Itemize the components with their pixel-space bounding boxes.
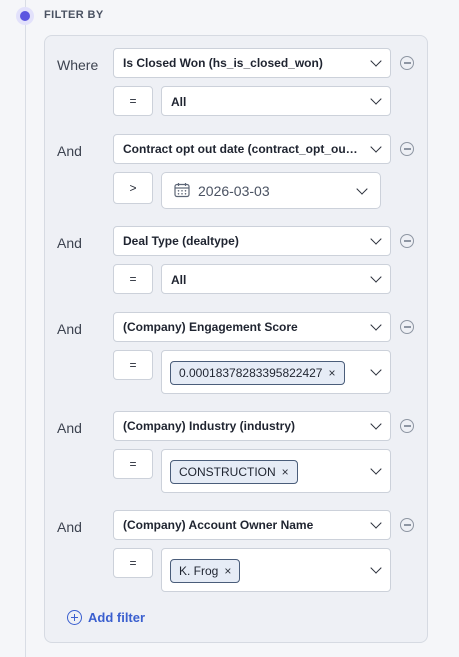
value-label: All: [171, 95, 187, 109]
filter-field-label: (Company) Account Owner Name: [123, 518, 314, 532]
operator-select[interactable]: =: [113, 449, 153, 479]
remove-filter-icon[interactable]: [400, 142, 414, 156]
value-select[interactable]: All: [161, 86, 391, 116]
filter-by-heading: FILTER BY: [44, 9, 104, 21]
operator-select[interactable]: =: [113, 350, 153, 380]
chevron-down-icon: [370, 364, 382, 376]
value-label: All: [171, 273, 187, 287]
filter-field-label: Is Closed Won (hs_is_closed_won): [123, 56, 323, 70]
filter-field-select[interactable]: (Company) Account Owner Name: [113, 510, 391, 540]
timeline-line: [25, 0, 26, 657]
operator-label: =: [129, 556, 137, 570]
filter-field-label: (Company) Engagement Score: [123, 320, 298, 334]
chevron-down-icon: [370, 517, 382, 529]
operator-label: =: [129, 272, 137, 286]
remove-filter-icon[interactable]: [400, 234, 414, 248]
filter-field-select[interactable]: Is Closed Won (hs_is_closed_won): [113, 48, 391, 78]
filter-field-label: Contract opt out date (contract_opt_out_…: [123, 142, 359, 156]
remove-filter-icon[interactable]: [400, 419, 414, 433]
filter-conjunction: And: [57, 321, 82, 337]
date-value: 2026-03-03: [198, 183, 270, 199]
step-dot-icon: [16, 7, 34, 25]
remove-filter-icon[interactable]: [400, 320, 414, 334]
calendar-icon: [174, 183, 190, 198]
operator-label: =: [129, 358, 137, 372]
remove-tag-icon[interactable]: ×: [282, 465, 289, 479]
operator-select[interactable]: >: [113, 172, 153, 204]
value-multiselect[interactable]: CONSTRUCTION ×: [161, 449, 391, 493]
chevron-down-icon: [370, 562, 382, 574]
remove-filter-icon[interactable]: [400, 56, 414, 70]
chevron-down-icon: [370, 93, 382, 105]
chevron-down-icon: [370, 418, 382, 430]
filter-field-select[interactable]: (Company) Engagement Score: [113, 312, 391, 342]
filter-field-label: (Company) Industry (industry): [123, 419, 296, 433]
value-tag: 0.00018378283395822427 ×: [170, 361, 345, 385]
operator-select[interactable]: =: [113, 264, 153, 294]
value-select[interactable]: All: [161, 264, 391, 294]
chevron-down-icon: [370, 141, 382, 153]
value-tag: K. Frog ×: [170, 559, 241, 583]
filter-field-select[interactable]: Contract opt out date (contract_opt_out_…: [113, 134, 391, 164]
value-multiselect[interactable]: 0.00018378283395822427 ×: [161, 350, 391, 394]
add-filter-button[interactable]: Add filter: [67, 610, 145, 625]
plus-circle-icon: [67, 610, 82, 625]
filter-conjunction: And: [57, 235, 82, 251]
chevron-down-icon: [370, 55, 382, 67]
chevron-down-icon: [370, 463, 382, 475]
value-tag-label: K. Frog: [179, 564, 219, 578]
value-tag-label: 0.00018378283395822427: [179, 366, 323, 380]
value-tag-label: CONSTRUCTION: [179, 465, 276, 479]
operator-select[interactable]: =: [113, 548, 153, 578]
chevron-down-icon: [370, 233, 382, 245]
filter-conjunction: Where: [57, 57, 99, 73]
add-filter-label: Add filter: [88, 610, 146, 625]
operator-select[interactable]: =: [113, 86, 153, 116]
filter-field-select[interactable]: (Company) Industry (industry): [113, 411, 391, 441]
operator-label: =: [129, 457, 137, 471]
filter-field-select[interactable]: Deal Type (dealtype): [113, 226, 391, 256]
remove-tag-icon[interactable]: ×: [328, 366, 335, 380]
date-picker[interactable]: 2026-03-03: [161, 172, 381, 209]
operator-label: >: [129, 181, 137, 195]
filter-conjunction: And: [57, 420, 82, 436]
filter-conjunction: And: [57, 519, 82, 535]
remove-tag-icon[interactable]: ×: [224, 564, 231, 578]
value-multiselect[interactable]: K. Frog ×: [161, 548, 391, 592]
chevron-down-icon: [356, 182, 368, 195]
remove-filter-icon[interactable]: [400, 518, 414, 532]
filter-field-label: Deal Type (dealtype): [123, 234, 239, 248]
filter-panel: Where Is Closed Won (hs_is_closed_won) =…: [44, 35, 428, 643]
filter-conjunction: And: [57, 143, 82, 159]
chevron-down-icon: [370, 271, 382, 283]
operator-label: =: [129, 94, 137, 108]
chevron-down-icon: [370, 319, 382, 331]
value-tag: CONSTRUCTION ×: [170, 460, 298, 484]
